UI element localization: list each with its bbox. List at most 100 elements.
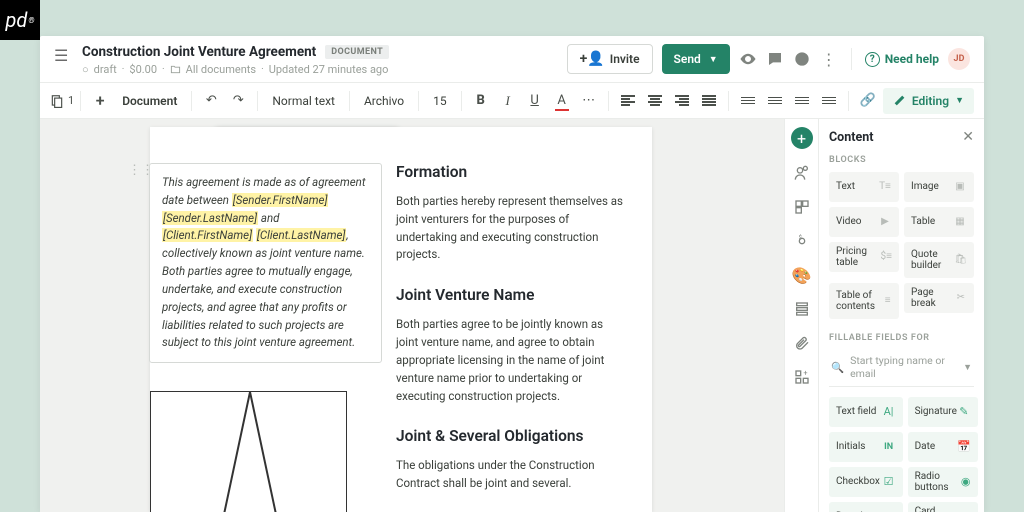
heading-obligations: Joint & Several Obligations [396, 427, 624, 445]
drag-handle-icon[interactable]: ⋮⋮ [128, 163, 144, 179]
status-text: draft [94, 63, 117, 76]
content-column[interactable]: Formation Both parties hereby represent … [396, 163, 636, 512]
token-sender-first: [Sender.FirstName] [232, 193, 329, 207]
style-select[interactable]: Normal text [264, 89, 343, 113]
para-obligations: The obligations under the Construction C… [396, 457, 624, 493]
more-formatting-button[interactable]: ⋯ [576, 88, 602, 114]
field-date[interactable]: Date📅 [908, 432, 978, 462]
block-toc[interactable]: Table of contents≡ [829, 283, 899, 319]
close-icon[interactable]: ✕ [962, 129, 974, 145]
comment-icon[interactable] [766, 50, 784, 68]
block-pricing[interactable]: Pricing table$≡ [829, 242, 899, 272]
folder-text: All documents [186, 63, 256, 76]
token-client-last: [Client.LastName] [256, 228, 346, 242]
ff-search-placeholder: Start typing name or email [850, 354, 957, 380]
field-checkbox[interactable]: Checkbox☑ [829, 467, 903, 497]
heading-jv-name: Joint Venture Name [396, 286, 624, 304]
menu-icon[interactable]: ☰ [54, 46, 72, 65]
bullet-list-button[interactable] [735, 88, 761, 114]
add-button[interactable]: + [87, 88, 113, 114]
rail-apps-icon[interactable]: + [792, 367, 812, 387]
font-size-select[interactable]: 15 [425, 89, 455, 113]
field-signature[interactable]: Signature✎ [908, 397, 978, 427]
send-button[interactable]: Send▼ [662, 44, 730, 74]
text-color-button[interactable]: A [549, 88, 575, 114]
add-document-button[interactable]: Document [114, 89, 185, 113]
align-right-button[interactable] [669, 88, 695, 114]
svg-text:+: + [803, 369, 807, 378]
toolbar: 1 + Document ↶ ↷ Normal text Archivo 15 … [40, 83, 984, 119]
rail-recipients-icon[interactable] [792, 163, 812, 183]
chevron-down-icon: ▼ [963, 362, 972, 373]
folder-icon [170, 64, 181, 75]
blocks-label: BLOCKS [829, 155, 974, 165]
link-button[interactable]: 🔗 [855, 88, 881, 114]
rail-content-icon[interactable]: + [791, 127, 813, 149]
token-client-first: [Client.FirstName] [162, 228, 253, 242]
field-radio[interactable]: Radio buttons◉ [908, 467, 978, 497]
updated-text: Updated 27 minutes ago [269, 63, 389, 76]
document-meta: ○draft· $0.00· All documents· Updated 27… [82, 63, 567, 76]
panel-title: Content [829, 130, 873, 145]
info-icon[interactable] [793, 50, 811, 68]
preamble-block[interactable]: This agreement is made as of agreement d… [149, 163, 382, 363]
align-center-button[interactable] [642, 88, 668, 114]
search-icon: 🔍 [831, 361, 844, 374]
app-window: ☰ Construction Joint Venture Agreement D… [40, 36, 984, 512]
block-image[interactable]: Image▣ [904, 172, 974, 202]
ff-search[interactable]: 🔍 Start typing name or email ▼ [829, 350, 974, 387]
block-table[interactable]: Table▦ [904, 207, 974, 237]
para-jv-name: Both parties agree to be jointly known a… [396, 316, 624, 405]
template-badge: DOCUMENT [325, 45, 389, 59]
document-page: ⋮⋮ This agreement is made as of agreemen… [150, 127, 652, 512]
video-block-icon: ▶ [878, 215, 892, 229]
font-select[interactable]: Archivo [356, 89, 412, 113]
header: ☰ Construction Joint Venture Agreement D… [40, 36, 984, 83]
field-card[interactable]: Card details💳 [908, 502, 978, 512]
triangle-shape [150, 391, 347, 512]
block-text[interactable]: TextT≡ [829, 172, 899, 202]
field-text[interactable]: Text fieldA| [829, 397, 903, 427]
textfield-icon: A| [882, 406, 896, 419]
undo-button[interactable]: ↶ [198, 88, 224, 114]
more-icon[interactable]: ⋮ [820, 50, 838, 68]
editing-mode-button[interactable]: Editing▼ [883, 88, 974, 114]
pandadoc-logo: pd® [0, 0, 40, 40]
rail-design-icon[interactable]: 🎨 [792, 265, 812, 285]
rail-variables-icon[interactable] [792, 197, 812, 217]
rail-catalog-icon[interactable]: $ [792, 231, 812, 251]
checkbox-icon: ☑ [882, 476, 896, 489]
page-count[interactable]: 1 [50, 94, 74, 108]
indent-button[interactable] [816, 88, 842, 114]
date-icon: 📅 [957, 441, 971, 454]
image-block-icon: ▣ [953, 180, 967, 194]
underline-button[interactable]: U [522, 88, 548, 114]
bold-button[interactable]: B [468, 88, 494, 114]
preview-icon[interactable] [739, 50, 757, 68]
rail-workflow-icon[interactable] [792, 299, 812, 319]
number-list-button[interactable] [762, 88, 788, 114]
block-pagebreak[interactable]: Page break✂ [904, 283, 974, 313]
token-sender-last: [Sender.LastName] [162, 211, 258, 225]
canvas[interactable]: + + ⋮⋮ This agreement is made as of agre… [40, 119, 784, 512]
invite-button[interactable]: +👤Invite [567, 44, 653, 74]
field-initials[interactable]: InitialsIN [829, 432, 903, 462]
block-video[interactable]: Video▶ [829, 207, 899, 237]
document-title[interactable]: Construction Joint Venture Agreement [82, 44, 316, 60]
redo-button[interactable]: ↷ [225, 88, 251, 114]
toc-block-icon: ≡ [883, 294, 892, 308]
align-left-button[interactable] [615, 88, 641, 114]
pagebreak-block-icon: ✂ [955, 291, 967, 305]
align-justify-button[interactable] [696, 88, 722, 114]
rail-attach-icon[interactable] [792, 333, 812, 353]
outdent-button[interactable] [789, 88, 815, 114]
price-text: $0.00 [129, 63, 157, 76]
signature-icon: ✎ [957, 406, 971, 419]
block-quote[interactable]: Quote builder🛍 [904, 242, 974, 278]
italic-button[interactable]: I [495, 88, 521, 114]
user-avatar[interactable]: JD [948, 48, 970, 70]
radio-icon: ◉ [961, 476, 971, 489]
help-button[interactable]: ?Need help [865, 52, 939, 67]
field-dropdown[interactable]: Dropdown⍓ [829, 502, 903, 512]
pricing-block-icon: $≡ [881, 250, 892, 264]
